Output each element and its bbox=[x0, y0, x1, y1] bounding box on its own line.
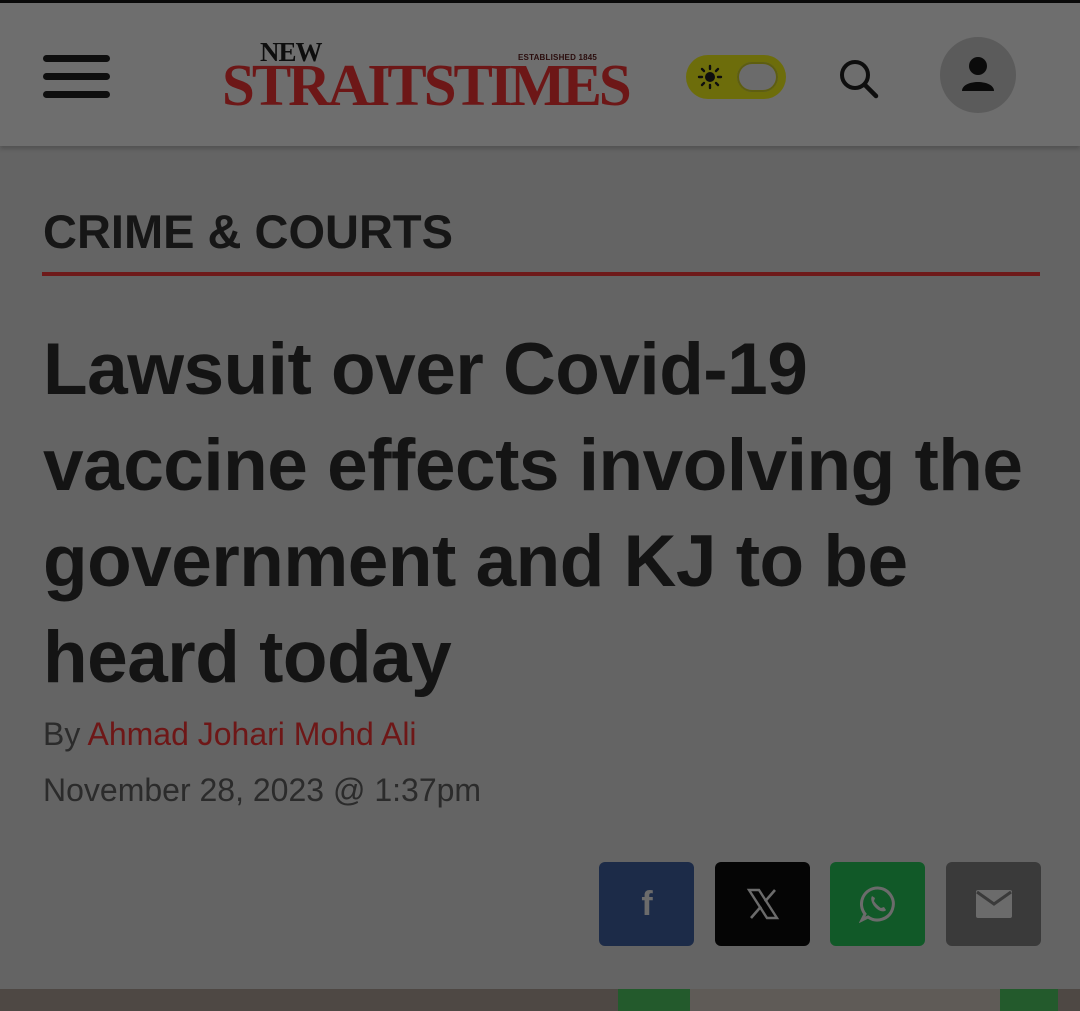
site-header: NEW ESTABLISHED 1845 STRAITSTIMES bbox=[0, 3, 1080, 146]
menu-bar bbox=[43, 73, 110, 80]
menu-bar bbox=[43, 91, 110, 98]
share-facebook-button[interactable]: f bbox=[599, 862, 694, 946]
article-headline: Lawsuit over Covid-19 vaccine effects in… bbox=[43, 329, 1023, 698]
hamburger-menu-icon[interactable] bbox=[43, 53, 111, 103]
search-icon bbox=[840, 60, 879, 99]
menu-bar bbox=[43, 55, 110, 62]
share-email-button[interactable] bbox=[946, 862, 1041, 946]
share-x-button[interactable] bbox=[715, 862, 810, 946]
logo-name-text: STRAITSTIMES bbox=[222, 52, 632, 118]
section-divider bbox=[42, 272, 1040, 276]
user-icon bbox=[962, 57, 994, 91]
hero-image-edge bbox=[0, 989, 1080, 1011]
profile-button[interactable] bbox=[940, 37, 1016, 113]
toggle-knob bbox=[737, 62, 778, 92]
share-whatsapp-button[interactable] bbox=[830, 862, 925, 946]
svg-text:f: f bbox=[641, 885, 653, 923]
x-logo-icon bbox=[746, 888, 779, 920]
mail-icon bbox=[975, 890, 1012, 918]
theme-toggle[interactable] bbox=[686, 55, 786, 99]
search-button[interactable] bbox=[836, 56, 880, 100]
facebook-icon: f bbox=[641, 885, 653, 923]
publish-date: November 28, 2023 @ 1:37pm bbox=[43, 772, 482, 808]
whatsapp-icon bbox=[858, 886, 895, 923]
section-label[interactable]: CRIME & COURTS bbox=[43, 204, 453, 259]
sun-icon bbox=[697, 64, 723, 90]
image-light-area bbox=[690, 989, 1000, 1011]
byline-prefix: By bbox=[43, 716, 81, 752]
author-link[interactable]: Ahmad Johari Mohd Ali bbox=[87, 716, 416, 752]
byline: By Ahmad Johari Mohd Ali bbox=[43, 716, 417, 753]
site-logo[interactable]: NEW ESTABLISHED 1845 STRAITSTIMES bbox=[222, 37, 642, 118]
